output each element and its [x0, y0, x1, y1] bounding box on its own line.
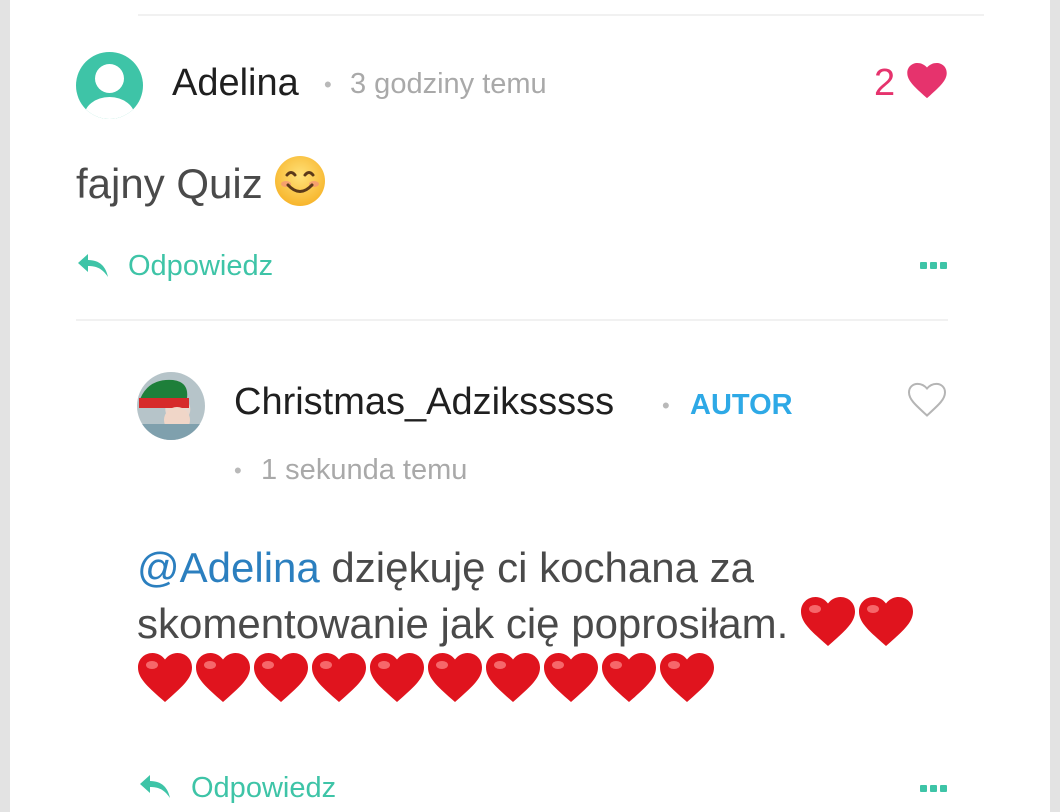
red-heart-emoji-icon	[544, 653, 598, 702]
author-badge: AUTOR	[690, 389, 793, 421]
comment-time: 3 godziny temu	[350, 68, 547, 100]
comment-text: fajny Quiz	[76, 160, 263, 207]
more-options-icon[interactable]	[920, 262, 950, 272]
divider	[138, 14, 984, 16]
more-options-icon[interactable]	[920, 785, 950, 795]
comment-time: 1 sekunda temu	[261, 454, 468, 486]
heart-outline-icon[interactable]	[907, 382, 947, 418]
divider	[76, 319, 948, 321]
user-silhouette-icon	[95, 64, 124, 93]
comment-author[interactable]: Christmas_Adziksssss	[234, 381, 614, 424]
reply-icon[interactable]	[76, 252, 110, 280]
red-heart-emoji-icon	[858, 597, 913, 646]
reply-icon[interactable]	[138, 773, 172, 801]
red-heart-emoji-icon	[660, 653, 714, 702]
red-heart-emoji-icon	[428, 653, 482, 702]
meta-separator: •	[662, 393, 670, 418]
red-heart-emoji-icon	[312, 653, 366, 702]
red-heart-emoji-icon	[602, 653, 656, 702]
smiling-face-icon	[274, 156, 325, 206]
red-heart-emoji-icon	[800, 597, 855, 646]
comment-body: fajny Quiz	[76, 154, 327, 208]
red-heart-emoji-icon	[138, 653, 192, 702]
avatar[interactable]	[137, 372, 205, 440]
red-heart-emoji-icon	[196, 653, 250, 702]
comment-body: @Adelina dziękuję ci kochana za skomento…	[137, 540, 937, 708]
comment-author[interactable]: Adelina	[172, 62, 299, 105]
like-count: 2	[874, 62, 896, 104]
meta-separator: •	[234, 458, 242, 483]
reply-button[interactable]: Odpowiedz	[128, 250, 273, 283]
user-mention[interactable]: @Adelina	[137, 544, 320, 591]
reply-button[interactable]: Odpowiedz	[191, 772, 336, 805]
red-heart-emoji-icon	[486, 653, 540, 702]
avatar[interactable]	[76, 52, 143, 119]
meta-separator: •	[324, 72, 332, 97]
comments-panel: Adelina • 3 godziny temu 2 fajny Quiz Od…	[10, 0, 1050, 812]
elf-hat-avatar-icon	[137, 379, 205, 440]
red-heart-emoji-icon	[370, 653, 424, 702]
heart-filled-icon[interactable]	[906, 63, 948, 99]
red-heart-emoji-icon	[254, 653, 308, 702]
